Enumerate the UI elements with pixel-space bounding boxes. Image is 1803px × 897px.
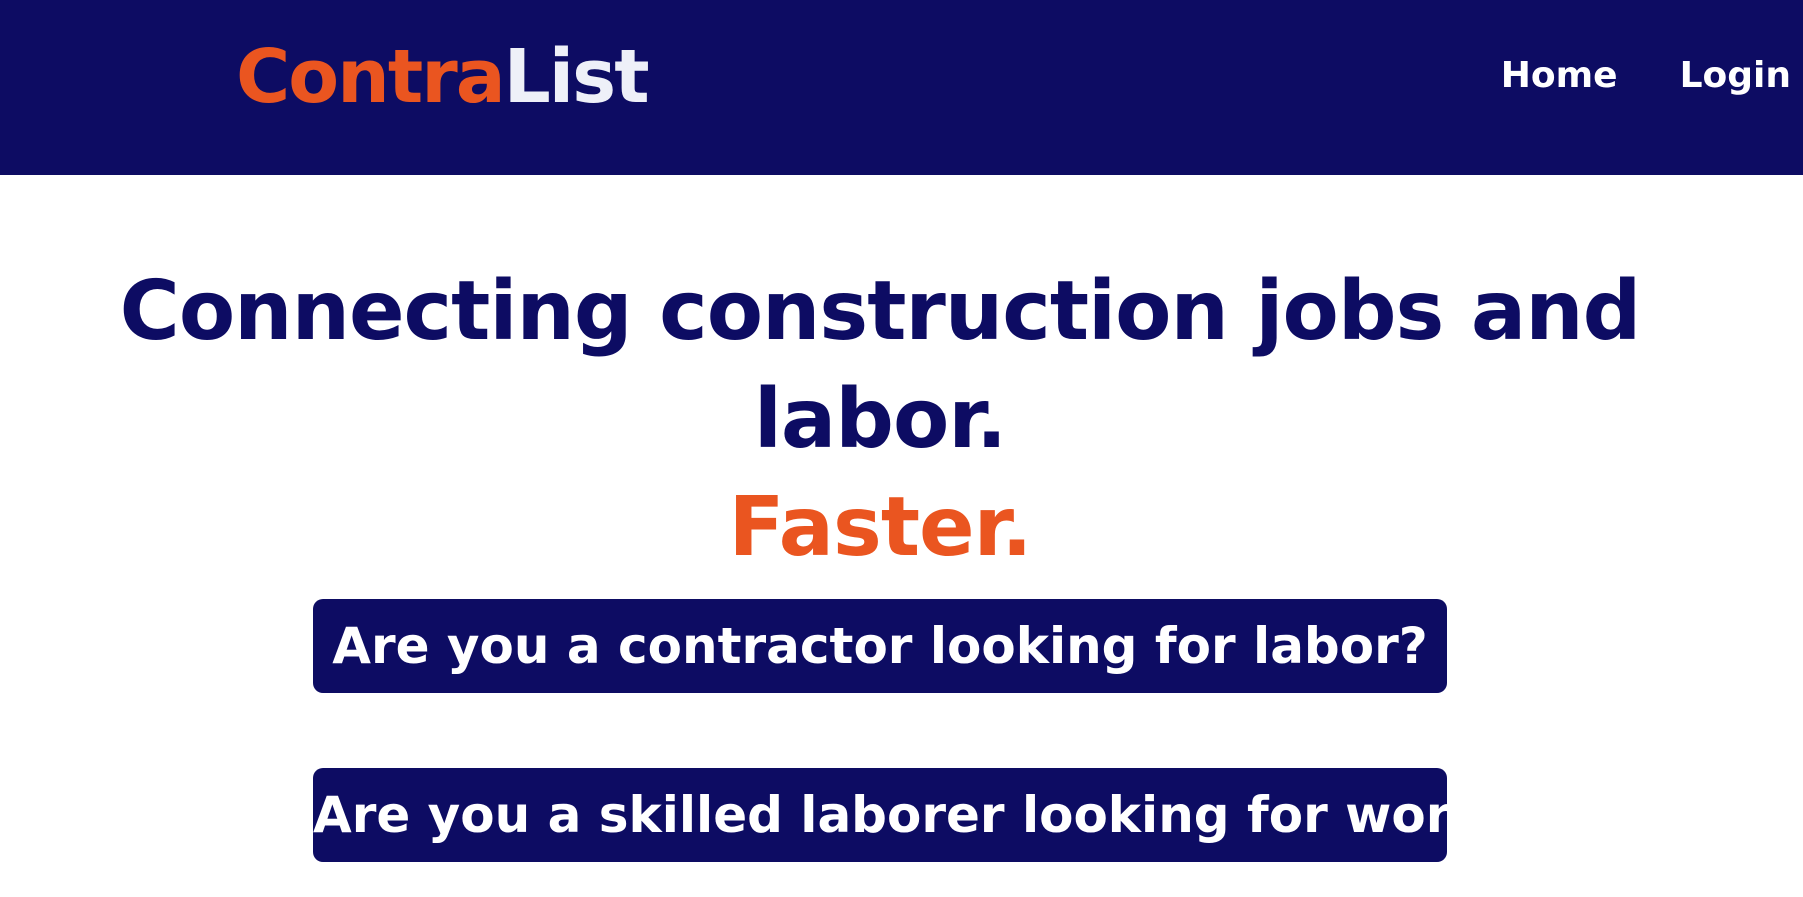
contractor-cta-button[interactable]: Are you a contractor looking for labor?	[313, 599, 1447, 693]
hero-headline: Connecting construction jobs and labor. …	[0, 258, 1760, 582]
hero-headline-accent: Faster.	[728, 480, 1032, 575]
hero-headline-main: Connecting construction jobs and labor.	[119, 264, 1642, 467]
site-logo[interactable]: ContraList	[236, 40, 650, 114]
top-navbar: ContraList Home Login	[0, 0, 1803, 175]
nav-home-link[interactable]: Home	[1501, 58, 1618, 94]
logo-part-list: List	[503, 34, 650, 120]
nav-login-link[interactable]: Login	[1680, 58, 1791, 94]
laborer-cta-button[interactable]: Are you a skilled laborer looking for wo…	[313, 768, 1447, 862]
logo-part-contra: Contra	[236, 34, 506, 120]
main-nav: Home Login	[1501, 58, 1791, 94]
